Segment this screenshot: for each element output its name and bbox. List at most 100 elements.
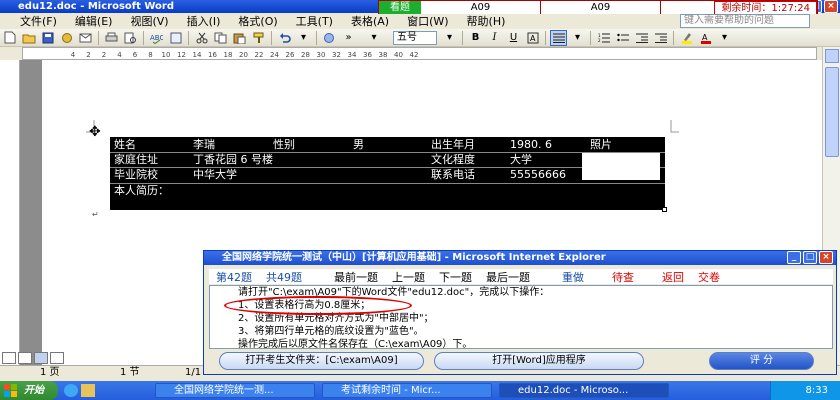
copy-icon[interactable] bbox=[212, 30, 229, 46]
ie-icon[interactable] bbox=[64, 384, 78, 397]
dropdown-arrow-icon[interactable]: ▾ bbox=[295, 30, 312, 46]
table-cell-value[interactable]: 中华大学 bbox=[193, 167, 237, 182]
word-table[interactable]: 姓名 李瑞 性别 男 出生年月 1980. 6 照片 家庭住址 丁香花园 6 号… bbox=[110, 137, 665, 210]
more-options-icon[interactable]: ▾ bbox=[716, 30, 733, 46]
italic-icon[interactable]: I bbox=[486, 30, 503, 46]
first-question-button[interactable]: 最前一题 bbox=[327, 269, 385, 285]
increase-indent-icon[interactable] bbox=[652, 30, 669, 46]
view-question-button[interactable]: 看题 bbox=[379, 1, 421, 15]
menu-format[interactable]: 格式(O) bbox=[229, 14, 286, 29]
dialog-title-bar[interactable]: 全国网络学院统一测试（中山）[计算机应用基础] - Microsoft Inte… bbox=[204, 251, 836, 265]
toolbar-options-icon[interactable]: » bbox=[340, 30, 357, 46]
table-cell-label[interactable]: 联系电话 bbox=[431, 167, 475, 182]
format-painter-icon[interactable] bbox=[250, 30, 267, 46]
paste-icon[interactable] bbox=[231, 30, 248, 46]
table-cell-label[interactable]: 家庭住址 bbox=[114, 152, 158, 167]
font-name-dropdown[interactable]: ▾ bbox=[359, 30, 389, 46]
table-cell-value[interactable]: 丁香花园 6 号楼 bbox=[193, 152, 273, 167]
print-icon[interactable] bbox=[103, 30, 120, 46]
save-icon[interactable] bbox=[39, 30, 56, 46]
redo-button[interactable]: 重做 bbox=[555, 269, 591, 285]
menu-edit[interactable]: 编辑(E) bbox=[66, 14, 122, 29]
grade-button[interactable]: 评 分 bbox=[709, 352, 814, 370]
research-icon[interactable] bbox=[167, 30, 184, 46]
dialog-close-button[interactable]: × bbox=[819, 251, 833, 264]
spelling-icon[interactable]: ABC bbox=[148, 30, 165, 46]
highlight-circle bbox=[224, 296, 412, 315]
font-size-select[interactable]: 五号 bbox=[393, 30, 437, 45]
normal-view-icon[interactable] bbox=[2, 352, 16, 364]
table-resize-handle[interactable] bbox=[662, 207, 667, 212]
prev-question-button[interactable]: 上一题 bbox=[385, 269, 432, 285]
next-question-button[interactable]: 下一题 bbox=[432, 269, 479, 285]
table-cell-value[interactable]: 李瑞 bbox=[193, 137, 215, 152]
submit-exam-button[interactable]: 交卷 bbox=[691, 269, 727, 285]
dialog-maximize-button[interactable]: □ bbox=[803, 251, 817, 264]
last-question-button[interactable]: 最后一题 bbox=[479, 269, 537, 285]
ruler-number: 12 bbox=[177, 51, 186, 59]
photo-cell[interactable] bbox=[582, 153, 660, 180]
table-cell-value[interactable]: 1980. 6 bbox=[510, 137, 552, 152]
numbering-icon[interactable]: 12 bbox=[595, 30, 612, 46]
scroll-up-arrow[interactable] bbox=[825, 49, 839, 63]
print-view-icon[interactable] bbox=[34, 352, 48, 364]
instruction-line: 3、将第四行单元格的底纹设置为"蓝色"。 bbox=[238, 326, 424, 337]
menu-window[interactable]: 窗口(W) bbox=[398, 14, 457, 29]
menu-file[interactable]: 文件(F) bbox=[0, 14, 66, 29]
taskbar-item-exam[interactable]: 全国网络学院统一测... bbox=[155, 383, 315, 398]
table-cell-label[interactable]: 毕业院校 bbox=[114, 167, 158, 182]
ruler-number: 38 bbox=[379, 51, 388, 59]
ruler-ticks: 4 2 2 4 6 8 10 12 14 16 18 20 22 24 26 28 30 32 34 36 38 40 42 bbox=[71, 51, 419, 59]
email-icon[interactable] bbox=[77, 30, 94, 46]
taskbar-item-word[interactable]: edu12.doc - Microso... bbox=[499, 383, 669, 398]
line-spacing-icon[interactable]: ▾ bbox=[569, 30, 586, 46]
print-preview-icon[interactable] bbox=[122, 30, 139, 46]
bold-icon[interactable]: B bbox=[467, 30, 484, 46]
menu-view[interactable]: 视图(V) bbox=[121, 14, 177, 29]
table-move-handle-icon[interactable]: ✥ bbox=[89, 124, 101, 140]
return-button[interactable]: 返回 bbox=[655, 269, 691, 285]
permission-icon[interactable] bbox=[58, 30, 75, 46]
explorer-icon[interactable] bbox=[81, 384, 95, 397]
insert-hyperlink-icon[interactable] bbox=[321, 30, 338, 46]
highlight-icon[interactable] bbox=[678, 30, 695, 46]
taskbar-item-timer[interactable]: 考试剩余时间 - Micr... bbox=[322, 383, 492, 398]
dialog-minimize-button[interactable]: _ bbox=[787, 251, 801, 264]
vertical-ruler[interactable] bbox=[0, 60, 20, 365]
close-button[interactable]: × bbox=[824, 0, 838, 13]
menu-tools[interactable]: 工具(T) bbox=[287, 14, 342, 29]
table-cell-label[interactable]: 姓名 bbox=[114, 137, 136, 152]
menu-insert[interactable]: 插入(I) bbox=[178, 14, 230, 29]
table-cell-label[interactable]: 本人简历： bbox=[114, 183, 169, 198]
table-cell-label[interactable]: 性别 bbox=[273, 137, 295, 152]
table-cell-value[interactable]: 55556666 bbox=[510, 167, 566, 182]
web-view-icon[interactable] bbox=[18, 352, 32, 364]
font-color-icon[interactable]: A bbox=[697, 30, 714, 46]
new-document-icon[interactable] bbox=[1, 30, 18, 46]
help-search-input[interactable]: 键入需要帮助的问题 bbox=[680, 14, 810, 28]
bullets-icon[interactable] bbox=[614, 30, 631, 46]
exam-dialog[interactable]: 全国网络学院统一测试（中山）[计算机应用基础] - Microsoft Inte… bbox=[203, 250, 837, 375]
table-cell-label[interactable]: 照片 bbox=[590, 137, 612, 152]
underline-icon[interactable]: U bbox=[505, 30, 522, 46]
align-justify-icon[interactable] bbox=[550, 29, 567, 46]
undo-icon[interactable] bbox=[276, 30, 293, 46]
cut-icon[interactable] bbox=[193, 30, 210, 46]
menu-table[interactable]: 表格(A) bbox=[342, 14, 398, 29]
outline-view-icon[interactable] bbox=[50, 352, 64, 364]
scroll-thumb[interactable] bbox=[825, 67, 839, 157]
open-word-button[interactable]: 打开[Word]应用程序 bbox=[434, 352, 644, 370]
open-exam-folder-button[interactable]: 打开考生文件夹：[C:\exam\A09] bbox=[219, 352, 424, 370]
horizontal-ruler[interactable]: 4 2 2 4 6 8 10 12 14 16 18 20 22 24 26 28 30 32 34 36 38 40 42 bbox=[22, 47, 817, 60]
decrease-indent-icon[interactable] bbox=[633, 30, 650, 46]
table-cell-value[interactable]: 男 bbox=[353, 137, 364, 152]
font-size-dropdown-icon[interactable]: ▾ bbox=[441, 30, 458, 46]
menu-help[interactable]: 帮助(H) bbox=[458, 14, 515, 29]
table-cell-value[interactable]: 大学 bbox=[510, 152, 532, 167]
table-cell-label[interactable]: 出生年月 bbox=[431, 137, 475, 152]
open-folder-icon[interactable] bbox=[20, 30, 37, 46]
char-border-icon[interactable]: A bbox=[524, 30, 541, 46]
review-later-button[interactable]: 待查 bbox=[605, 269, 641, 285]
ruler-number: 40 bbox=[394, 51, 403, 59]
table-cell-label[interactable]: 文化程度 bbox=[431, 152, 475, 167]
